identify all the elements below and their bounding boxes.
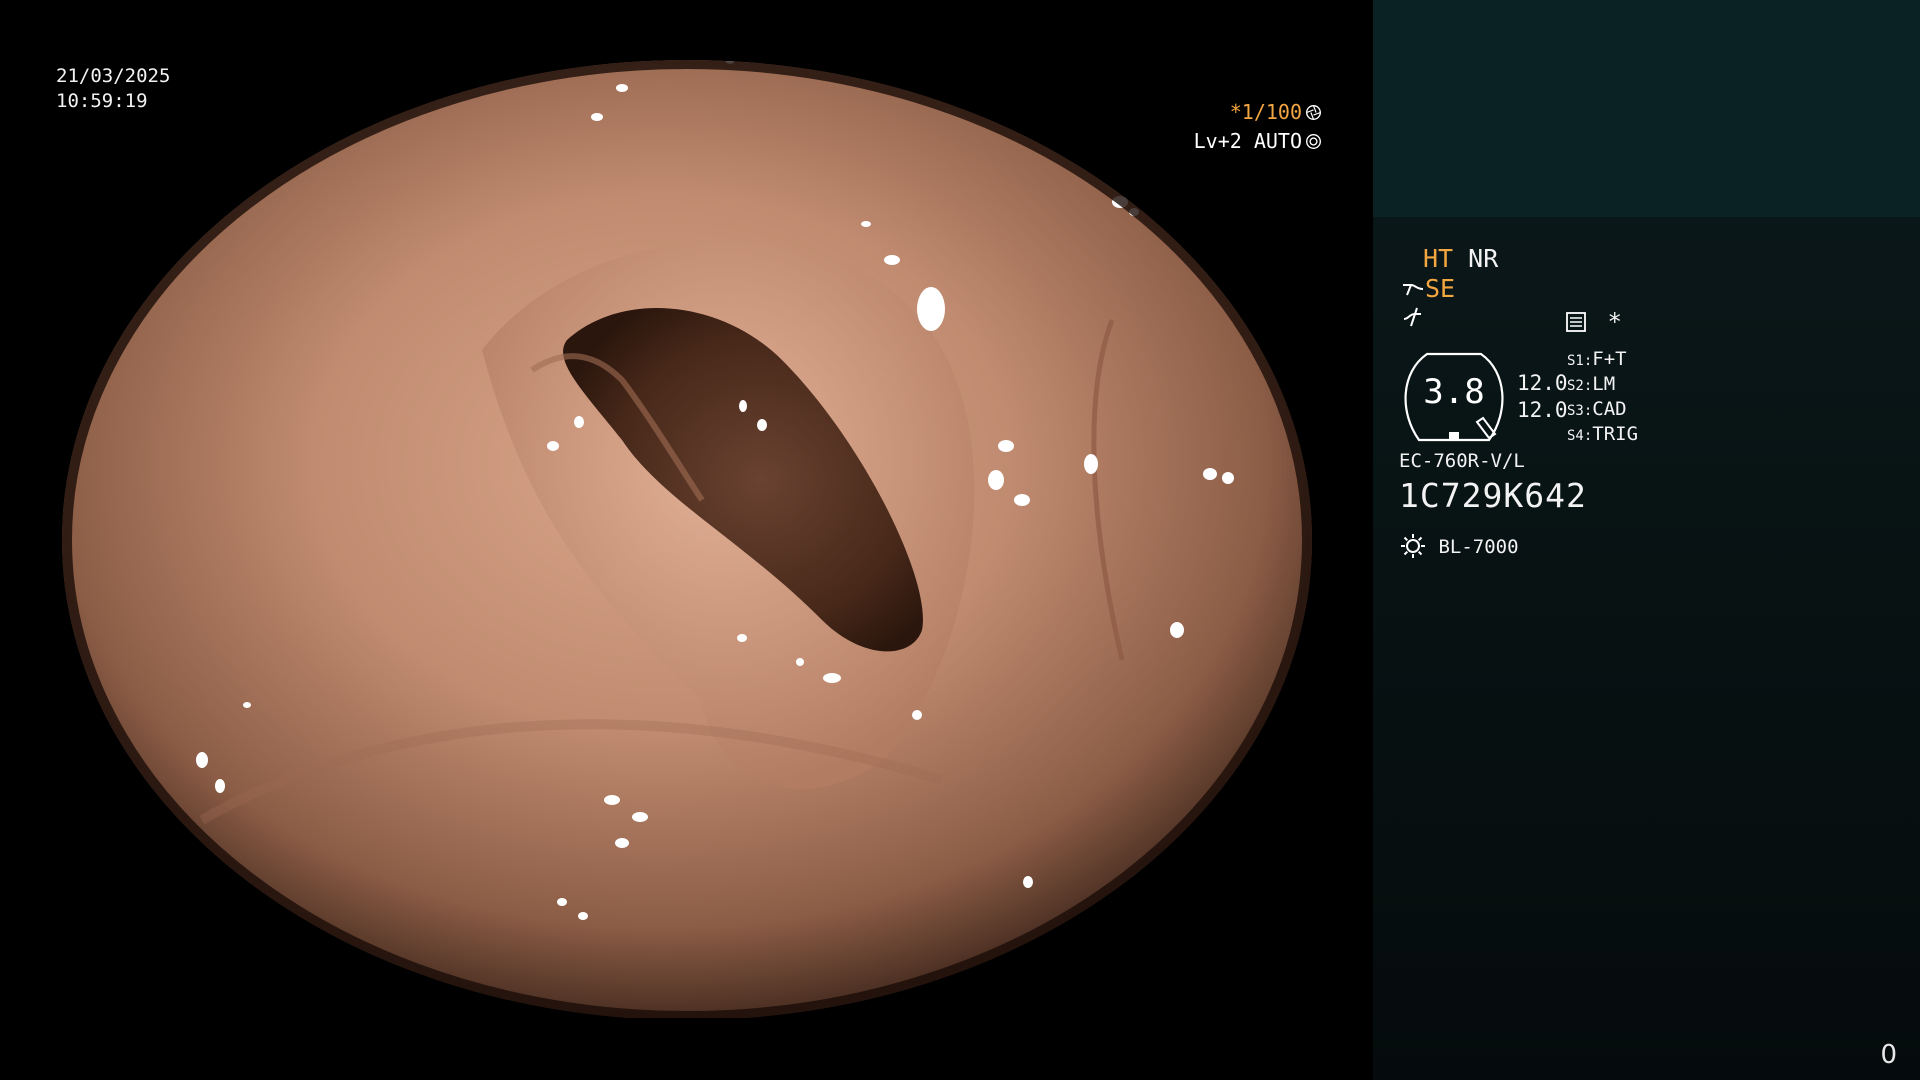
mode-ht: HT [1423,244,1454,273]
image-mode-row: HT NR [1423,244,1498,273]
record-list-icon [1566,312,1586,332]
frame-counter: 0 [1880,1040,1897,1070]
aperture-icon [1306,105,1321,120]
slot-1-value: F+T [1592,348,1627,370]
panel-thumbnail-area [1373,0,1920,217]
slot-4: S4:TRIG [1567,423,1638,445]
osd-shutter: *1/100 [1229,100,1302,124]
gauge-value-bottom: 12.0 [1517,398,1568,422]
scope-model: EC-760R-V/L [1399,450,1525,472]
osd-shutter-row: *1/100 [1194,98,1322,127]
scope-serial: 1C729K642 [1399,476,1587,515]
osd-date: 21/03/2025 [56,65,171,87]
osd-exposure: *1/100 Lv+2 AUTO [1194,98,1322,156]
record-star: * [1607,308,1622,336]
endoscopy-screen: 21/03/2025 10:59:19 *1/100 Lv+2 AUTO HT … [0,0,1920,1080]
noise-filter-icon [1403,307,1421,327]
gauge-values: 12.0 12.0 [1517,370,1568,424]
enhance-row: SE [1401,274,1455,303]
zoom-gauge: 3.8 [1397,352,1511,444]
colon-mucosa-image [62,60,1312,1018]
osd-datetime: 21/03/2025 10:59:19 [56,64,170,114]
slot-1-key: S1: [1567,353,1593,369]
gauge-value-top: 12.0 [1517,371,1568,395]
endoscope-view: 21/03/2025 10:59:19 *1/100 Lv+2 AUTO [0,0,1373,1080]
osd-time: 10:59:19 [56,90,148,112]
enhance-se: SE [1425,274,1456,303]
zoom-value: 3.8 [1423,372,1485,412]
slot-3: S3:CAD [1567,398,1627,420]
structure-enhance-icon [1403,284,1424,296]
light-source-name: BL-7000 [1438,536,1519,558]
slot-1: S1:F+T [1567,348,1627,370]
endoscope-image-clip [0,60,1373,1018]
slot-2: S2:LM [1567,373,1615,395]
record-row: * [1565,308,1622,336]
slot-2-value: LM [1592,373,1616,395]
light-source-icon [1401,534,1425,558]
slot-4-key: S4: [1567,428,1593,444]
osd-level: Lv+2 [1193,129,1242,153]
light-source-row: BL-7000 [1399,532,1519,560]
filter-row [1401,306,1423,332]
status-panel: HT NR SE * 3.8 12.0 12.0 S1:F+T S2:LM S3… [1373,0,1920,1080]
slot-4-value: TRIG [1592,423,1639,445]
slot-2-key: S2: [1567,378,1593,394]
iris-icon [1306,134,1321,149]
osd-level-row: Lv+2 AUTO [1194,127,1322,156]
slot-3-value: CAD [1592,398,1627,420]
endoscope-image [62,60,1312,1018]
slot-3-key: S3: [1567,403,1593,419]
osd-iris-mode: AUTO [1253,129,1302,153]
mode-nr: NR [1468,244,1499,273]
panel-info-area [1373,217,1920,1080]
